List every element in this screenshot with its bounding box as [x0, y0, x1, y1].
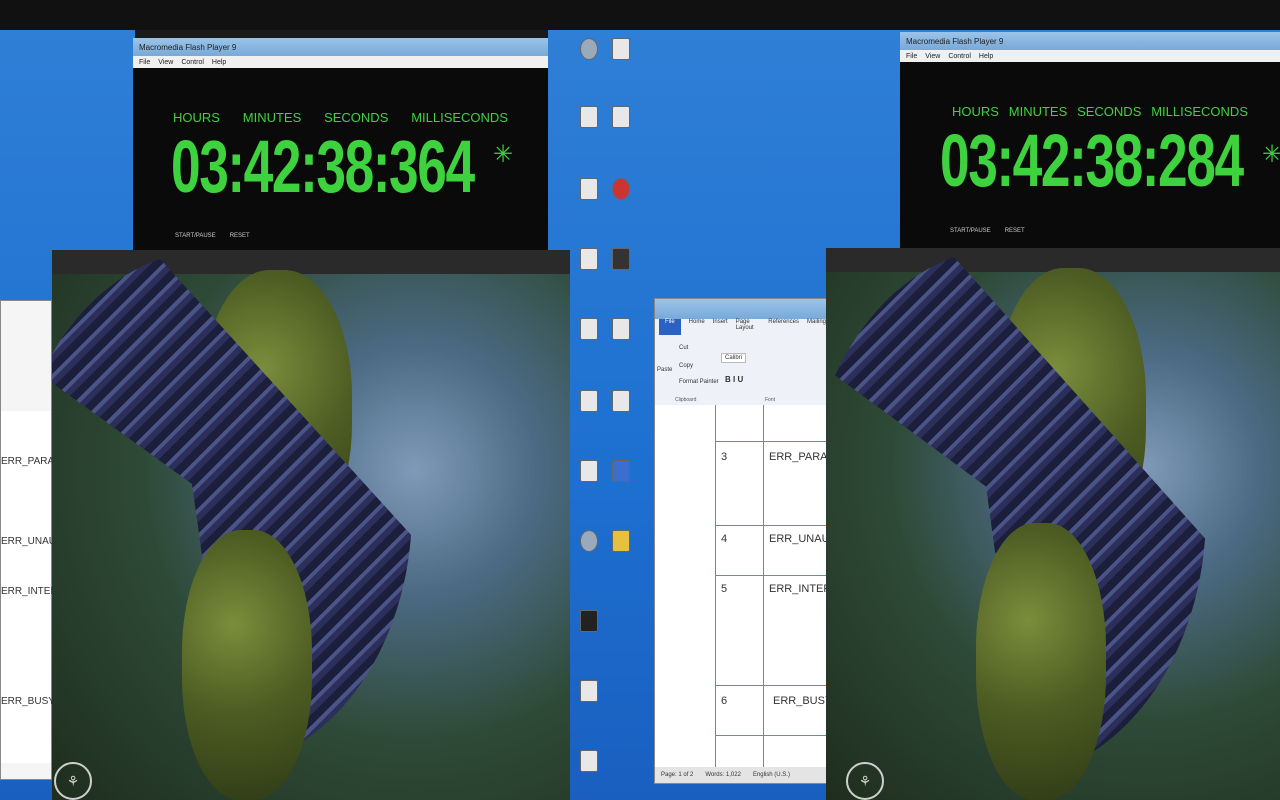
row-number: 4 [721, 533, 728, 545]
title-bar[interactable]: Macromedia Flash Player 9 [133, 38, 548, 56]
tab-references[interactable]: References [768, 319, 799, 335]
paste-button[interactable]: Paste [657, 367, 672, 373]
desktop-icon[interactable] [612, 106, 630, 128]
loading-spinner-icon: ✳ [1262, 141, 1280, 168]
table-border [715, 685, 829, 686]
menu-view[interactable]: View [925, 53, 940, 60]
desktop-icon[interactable] [580, 530, 598, 552]
moss-branch [182, 530, 312, 800]
cut-button[interactable]: Cut [679, 345, 688, 351]
reset-button[interactable]: RESET [230, 233, 250, 239]
desktop-icon[interactable] [612, 530, 630, 552]
desktop-icon[interactable] [612, 178, 630, 200]
font-group-label: Font [765, 397, 776, 403]
menu-help[interactable]: Help [212, 59, 226, 66]
row-number: 6 [721, 695, 728, 707]
menu-view[interactable]: View [158, 59, 173, 66]
milliseconds-label: MILLISECONDS [1151, 104, 1248, 119]
loading-spinner-icon: ✳ [493, 141, 514, 168]
page-count: Page: 1 of 2 [661, 772, 694, 778]
timer-window-right[interactable]: Macromedia Flash Player 9 File View Cont… [900, 32, 1280, 267]
table-border [715, 525, 829, 526]
viewer-logo-icon: ⚘ [846, 762, 884, 800]
time-unit-labels: HOURS MINUTES SECONDS MILLISECONDS [952, 104, 1248, 119]
time-display: 03:42:38:284 [940, 119, 1244, 202]
desktop-icon[interactable] [612, 390, 630, 412]
desktop-icon[interactable] [580, 318, 598, 340]
seconds-label: SECONDS [1077, 104, 1142, 119]
milliseconds-label: MILLISECONDS [411, 110, 508, 125]
moss-branch [976, 523, 1106, 800]
desktop-icon[interactable] [612, 318, 630, 340]
desktop-icon[interactable] [580, 750, 598, 772]
monitor-bezel [0, 0, 1280, 30]
table-border [715, 441, 829, 442]
minutes-label: MINUTES [242, 110, 302, 125]
timer-controls: START/PAUSE RESET [950, 228, 1025, 234]
tab-file[interactable]: File [659, 319, 681, 335]
start-pause-button[interactable]: START/PAUSE [950, 228, 991, 234]
menu-control[interactable]: Control [181, 59, 204, 66]
word-window-middle[interactable]: Paste Cut Copy Format Painter Calibri B … [654, 298, 847, 784]
menu-control[interactable]: Control [948, 53, 971, 60]
menu-file[interactable]: File [906, 53, 917, 60]
hours-label: HOURS [173, 110, 220, 125]
title-bar[interactable] [655, 299, 829, 319]
desktop-icon[interactable] [612, 248, 630, 270]
time-display: 03:42:38:364 [171, 125, 475, 208]
document-area[interactable]: ERR_PARAME ERR_UNAUTH ERR_INTERNA ERR_BU… [1, 411, 72, 763]
window-title: Macromedia Flash Player 9 [906, 36, 1004, 46]
start-pause-button[interactable]: START/PAUSE [175, 233, 216, 239]
desktop-icon[interactable] [580, 248, 598, 270]
timer-controls: START/PAUSE RESET [175, 233, 250, 239]
photo-viewer-right[interactable]: ⚘ [826, 248, 1280, 800]
status-bar: Page: 1 of 2 Words: 1,022 English (U.S.) [655, 767, 829, 783]
word-window-left[interactable]: ERR_PARAME ERR_UNAUTH ERR_INTERNA ERR_BU… [0, 300, 72, 780]
row-number: 5 [721, 583, 728, 595]
desktop-icon[interactable] [580, 610, 598, 632]
font-name-select[interactable]: Calibri [721, 353, 747, 363]
menu-help[interactable]: Help [979, 53, 993, 60]
row-number: 3 [721, 451, 728, 463]
table-border [763, 405, 764, 767]
tab-insert[interactable]: Insert [713, 319, 728, 335]
copy-button[interactable]: Copy [679, 363, 693, 369]
desktop-icon[interactable] [580, 106, 598, 128]
viewer-title-bar[interactable] [52, 250, 570, 274]
title-bar[interactable]: Macromedia Flash Player 9 [900, 32, 1280, 50]
menu-bar: File View Control Help [900, 50, 1280, 62]
reset-button[interactable]: RESET [1005, 228, 1025, 234]
minutes-label: MINUTES [1008, 104, 1068, 119]
window-title: Macromedia Flash Player 9 [139, 42, 237, 52]
photo-viewer-left[interactable]: ⚘ [52, 250, 570, 800]
timer-window-left[interactable]: Macromedia Flash Player 9 File View Cont… [133, 38, 548, 253]
seconds-label: SECONDS [324, 110, 389, 125]
document-area[interactable]: 3 ERR_PARAME 4 ERR_UNAUTH 5 ERR_INTERNA … [655, 405, 847, 767]
clipboard-group-label: Clipboard [675, 397, 697, 403]
table-border [715, 405, 716, 767]
desktop-icon[interactable] [580, 680, 598, 702]
word-count: Words: 1,022 [705, 772, 741, 778]
bold-italic-underline[interactable]: B I U [725, 375, 743, 384]
ribbon-tabs: File Home Insert Page Layout References … [655, 319, 829, 335]
language: English (U.S.) [752, 772, 790, 778]
desktop-icon[interactable] [580, 460, 598, 482]
desktop-icon[interactable] [580, 38, 598, 60]
desktop-icon[interactable] [580, 390, 598, 412]
table-border [715, 735, 829, 736]
menu-file[interactable]: File [139, 59, 150, 66]
viewer-logo-icon: ⚘ [54, 762, 92, 800]
desktop-icon[interactable] [612, 460, 630, 482]
desktop-icon[interactable] [580, 178, 598, 200]
table-border [715, 575, 829, 576]
format-painter-button[interactable]: Format Painter [679, 379, 719, 385]
tab-page-layout[interactable]: Page Layout [736, 319, 761, 335]
hours-label: HOURS [952, 104, 999, 119]
time-unit-labels: HOURS MINUTES SECONDS MILLISECONDS [173, 110, 508, 125]
menu-bar: File View Control Help [133, 56, 548, 68]
tab-home[interactable]: Home [689, 319, 705, 335]
desktop-icon[interactable] [612, 38, 630, 60]
